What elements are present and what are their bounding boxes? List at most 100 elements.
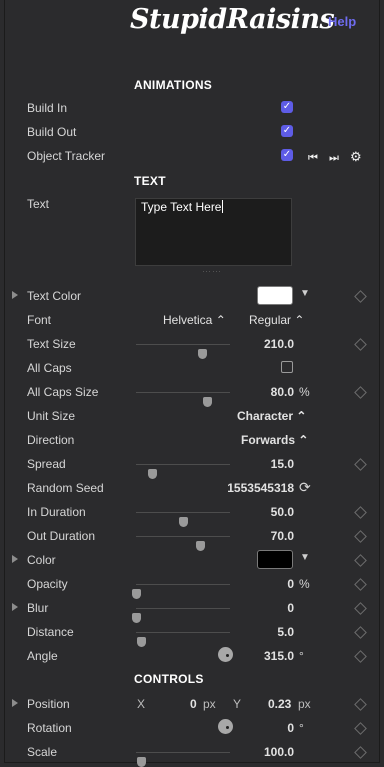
random-seed-row: Random Seed 1553545318 ⟳ xyxy=(0,478,384,500)
angle-value[interactable]: 315.0 xyxy=(264,649,294,663)
percent-unit: % xyxy=(299,577,310,591)
disclosure-triangle-icon[interactable] xyxy=(12,555,18,563)
keyframe-icon[interactable] xyxy=(354,554,367,567)
section-controls-heading: CONTROLS xyxy=(134,672,204,686)
keyframe-icon[interactable] xyxy=(354,338,367,351)
keyframe-icon[interactable] xyxy=(354,650,367,663)
color-label: Color xyxy=(27,553,56,567)
out-duration-row: Out Duration 70.0 xyxy=(0,526,384,551)
track-backward-icon[interactable]: ⏮ xyxy=(308,152,318,164)
random-seed-label: Random Seed xyxy=(27,481,104,495)
slider-thumb[interactable] xyxy=(136,757,146,767)
section-animations-heading: ANIMATIONS xyxy=(134,78,213,92)
degree-unit: ° xyxy=(299,721,304,735)
gear-icon[interactable]: ⚙ xyxy=(350,149,362,164)
opacity-label: Opacity xyxy=(27,577,68,591)
unit-size-popup[interactable]: Character ⌃ xyxy=(237,409,306,423)
scale-slider[interactable] xyxy=(136,752,230,767)
position-y-value[interactable]: 0.23 xyxy=(268,697,291,711)
keyframe-icon[interactable] xyxy=(354,602,367,615)
text-input[interactable]: Type Text Here xyxy=(135,198,292,266)
all-caps-size-slider[interactable] xyxy=(136,392,230,407)
dial-indicator xyxy=(226,726,229,729)
distance-label: Distance xyxy=(27,625,74,639)
distance-value[interactable]: 5.0 xyxy=(277,625,294,639)
opacity-slider[interactable] xyxy=(132,584,230,599)
object-tracker-checkbox[interactable]: ✓ xyxy=(281,149,293,161)
in-duration-value[interactable]: 50.0 xyxy=(271,505,294,519)
build-out-label: Build Out xyxy=(27,125,77,139)
keyframe-icon[interactable] xyxy=(354,746,367,759)
refresh-icon[interactable]: ⟳ xyxy=(299,479,311,496)
random-seed-value[interactable]: 1553545318 xyxy=(227,481,294,495)
keyframe-icon[interactable] xyxy=(354,626,367,639)
help-link[interactable]: Help xyxy=(328,14,356,29)
direction-popup[interactable]: Forwards ⌃ xyxy=(241,433,308,447)
build-in-checkbox[interactable]: ✓ xyxy=(281,101,293,113)
tracker-controls: ⏮ ⏭ ⚙ xyxy=(308,149,362,165)
text-size-slider[interactable] xyxy=(136,344,230,359)
text-color-swatch[interactable] xyxy=(257,286,293,305)
unit-size-row: Unit Size Character ⌃ xyxy=(0,406,384,428)
scale-row: Scale 100.0 xyxy=(0,742,384,767)
build-in-label: Build In xyxy=(27,101,68,115)
position-row: Position X 0 px Y 0.23 px xyxy=(0,694,384,716)
keyframe-icon[interactable] xyxy=(354,386,367,399)
spread-slider[interactable] xyxy=(136,464,230,479)
degree-unit: ° xyxy=(299,649,304,663)
font-style-popup[interactable]: Regular ⌃ xyxy=(249,313,304,327)
color-swatch[interactable] xyxy=(257,550,293,569)
rotation-row: Rotation 0 ° xyxy=(0,718,384,740)
rotation-value[interactable]: 0 xyxy=(287,721,294,735)
disclosure-triangle-icon[interactable] xyxy=(12,699,18,707)
direction-row: Direction Forwards ⌃ xyxy=(0,430,384,452)
out-duration-slider[interactable] xyxy=(136,536,230,551)
out-duration-label: Out Duration xyxy=(27,529,96,543)
in-duration-label: In Duration xyxy=(27,505,86,519)
text-caret xyxy=(222,200,224,213)
text-label: Text xyxy=(27,197,50,211)
angle-row: Angle 315.0 ° xyxy=(0,646,384,668)
angle-label: Angle xyxy=(27,649,58,663)
scale-value[interactable]: 100.0 xyxy=(264,745,294,759)
build-out-checkbox[interactable]: ✓ xyxy=(281,125,293,137)
out-duration-value[interactable]: 70.0 xyxy=(271,529,294,543)
all-caps-checkbox[interactable] xyxy=(281,361,293,373)
position-x-value[interactable]: 0 xyxy=(190,697,197,711)
all-caps-size-value[interactable]: 80.0 xyxy=(271,385,294,399)
position-x-label: X xyxy=(137,697,146,711)
font-row: Font Helvetica ⌃ Regular ⌃ xyxy=(0,310,384,332)
chevron-down-icon[interactable]: ▼ xyxy=(300,288,310,299)
in-duration-slider[interactable] xyxy=(136,512,230,527)
blur-slider[interactable] xyxy=(132,608,230,623)
all-caps-row: All Caps xyxy=(0,358,384,380)
color-row: Color ▼ xyxy=(0,550,384,572)
keyframe-icon[interactable] xyxy=(354,458,367,471)
opacity-value[interactable]: 0 xyxy=(287,577,294,591)
resize-handle-icon[interactable]: ⋯⋯ xyxy=(202,266,222,277)
keyframe-icon[interactable] xyxy=(354,506,367,519)
keyframe-icon[interactable] xyxy=(354,722,367,735)
all-caps-size-label: All Caps Size xyxy=(27,385,99,399)
disclosure-triangle-icon[interactable] xyxy=(12,603,18,611)
text-size-label: Text Size xyxy=(27,337,76,351)
dial-indicator xyxy=(226,654,229,657)
font-family-popup[interactable]: Helvetica ⌃ xyxy=(163,313,226,327)
spread-value[interactable]: 15.0 xyxy=(271,457,294,471)
position-label: Position xyxy=(27,697,70,711)
keyframe-icon[interactable] xyxy=(354,698,367,711)
keyframe-icon[interactable] xyxy=(354,290,367,303)
text-size-value[interactable]: 210.0 xyxy=(264,337,294,351)
disclosure-triangle-icon[interactable] xyxy=(12,291,18,299)
distance-row: Distance 5.0 xyxy=(0,622,384,647)
keyframe-icon[interactable] xyxy=(354,530,367,543)
angle-dial[interactable] xyxy=(218,647,233,662)
unit-size-label: Unit Size xyxy=(27,409,76,423)
position-y-label: Y xyxy=(233,697,242,711)
distance-slider[interactable] xyxy=(136,632,230,647)
keyframe-icon[interactable] xyxy=(354,578,367,591)
track-forward-icon[interactable]: ⏭ xyxy=(329,152,339,164)
chevron-down-icon[interactable]: ▼ xyxy=(300,552,310,563)
rotation-dial[interactable] xyxy=(218,719,233,734)
blur-value[interactable]: 0 xyxy=(287,601,294,615)
